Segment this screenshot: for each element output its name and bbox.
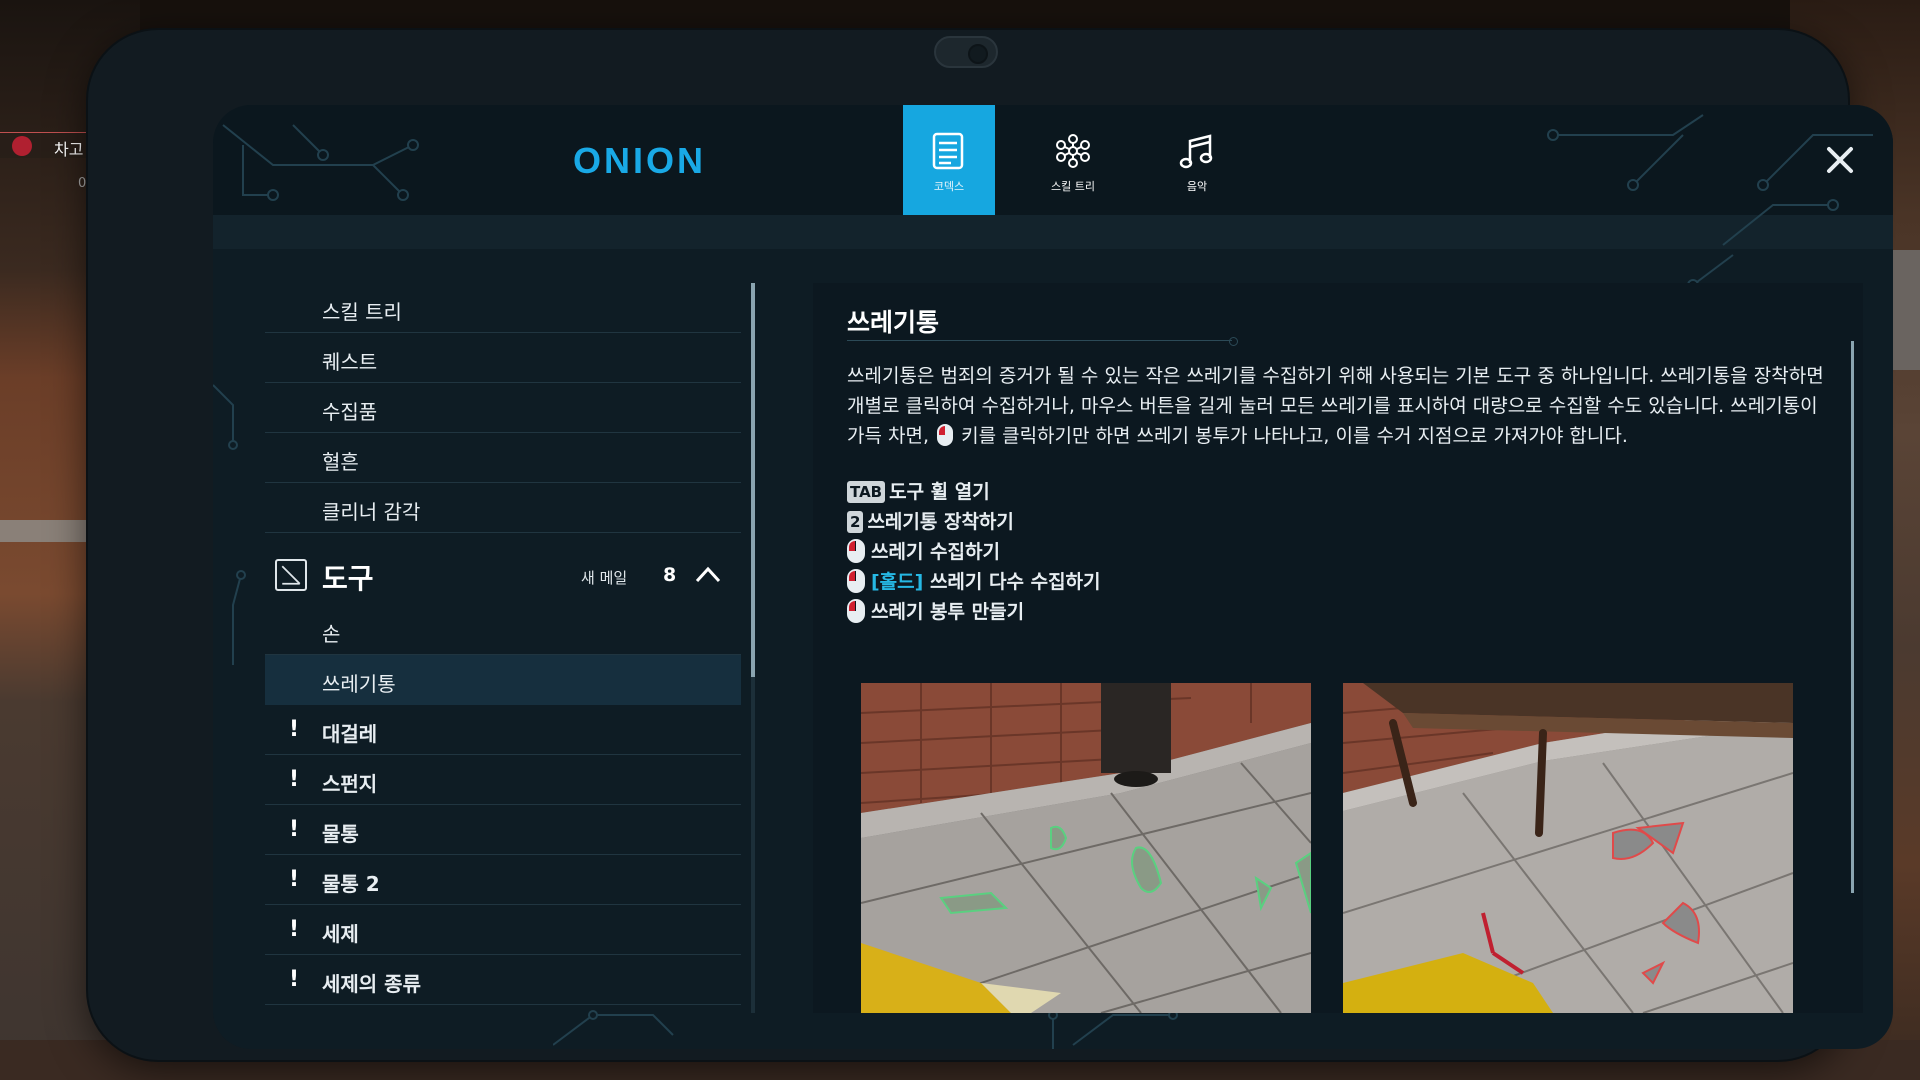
number-key-icon: 2 <box>847 511 864 533</box>
sidebar-item-label: 스펀지 <box>322 772 378 796</box>
sidebar-scrollbar-thumb[interactable] <box>751 283 755 677</box>
sidebar-item-trash-bin[interactable]: 쓰레기통 <box>265 655 741 705</box>
circuit-decoration-side <box>213 384 246 665</box>
codex-icon <box>932 132 964 170</box>
sidebar-item-label: 물통 2 <box>322 872 380 896</box>
tab-music-label: 음악 <box>1186 180 1208 193</box>
mouse-left-icon <box>847 599 865 623</box>
tools-section-title: 도구 <box>322 562 374 595</box>
control-row: 쓰레기 수집하기 <box>847 537 1101 567</box>
sidebar-item-label: 세제의 종류 <box>322 972 421 996</box>
hold-tag: [홀드] <box>871 571 924 593</box>
close-icon[interactable] <box>1823 143 1857 177</box>
entry-title: 쓰레기통 <box>847 308 940 337</box>
skill-tree-icon <box>1056 134 1090 168</box>
sidebar-item-label: 퀘스트 <box>322 350 378 374</box>
sidebar-item-label: 쓰레기통 <box>322 672 396 696</box>
unread-marker: ! <box>289 917 300 942</box>
codex-entry-panel: 쓰레기통 쓰레기통은 범죄의 증거가 될 수 있는 작은 쓰레기를 수집하기 위… <box>813 283 1863 1013</box>
tutorial-image-bag <box>1343 683 1793 1013</box>
tablet-device: ONION 코덱스 스킬 트리 음악 스킬 트리 퀘스트 수집품 혈흔 클리너 … <box>88 30 1893 1060</box>
tab-skill-tree[interactable]: 스킬 트리 <box>1027 105 1119 215</box>
control-text: 쓰레기 수집하기 <box>871 541 1000 563</box>
header-divider-strip <box>213 215 1893 249</box>
tools-icon <box>275 559 307 591</box>
content-scrollbar[interactable] <box>1851 341 1854 893</box>
control-row: TAB 도구 휠 열기 <box>847 477 1101 507</box>
sidebar-item-sponge[interactable]: ! 스펀지 <box>265 755 741 805</box>
sidebar-item-label: 수집품 <box>322 400 378 424</box>
sidebar-item-quest[interactable]: 퀘스트 <box>265 333 741 383</box>
tutorial-image-collect <box>861 683 1311 1013</box>
hud-marker-icon <box>12 136 32 156</box>
control-text: 쓰레기통 장착하기 <box>867 511 1014 533</box>
hud-objective-label: 차고 <box>54 140 84 159</box>
sidebar-item-label: 혈흔 <box>322 450 359 474</box>
unread-marker: ! <box>289 767 300 792</box>
onion-logo: ONION <box>573 140 707 181</box>
sidebar-item-hand[interactable]: 손 <box>265 605 741 655</box>
sidebar-item-detergent[interactable]: ! 세제 <box>265 905 741 955</box>
control-row: 2 쓰레기통 장착하기 <box>847 507 1101 537</box>
tab-codex-label: 코덱스 <box>933 180 965 193</box>
unread-marker: ! <box>289 867 300 892</box>
control-row: [홀드] 쓰레기 다수 수집하기 <box>847 567 1101 597</box>
hud-objective-sub: 0 <box>78 176 87 191</box>
sidebar-item-cleaner-sense[interactable]: 클리너 감각 <box>265 483 741 533</box>
sidebar-item-bucket-2[interactable]: ! 물통 2 <box>265 855 741 905</box>
mouse-right-icon <box>937 424 954 446</box>
sidebar-item-mop[interactable]: ! 대걸레 <box>265 705 741 755</box>
title-underline <box>847 337 1238 346</box>
tab-codex[interactable]: 코덱스 <box>903 105 995 215</box>
sidebar-item-label: 대걸레 <box>322 722 378 746</box>
sidebar-item-collectibles[interactable]: 수집품 <box>265 383 741 433</box>
entry-description-part2: 키를 클릭하기만 하면 쓰레기 봉투가 나타나고, 이를 수거 지점으로 가져가… <box>961 425 1628 447</box>
sidebar-item-bucket[interactable]: ! 물통 <box>265 805 741 855</box>
sidebar-item-bloodstains[interactable]: 혈흔 <box>265 433 741 483</box>
tools-section-header[interactable]: 도구 새 메일 8 <box>265 547 741 603</box>
codex-sidebar: 스킬 트리 퀘스트 수집품 혈흔 클리너 감각 도구 새 메일 8 손 쓰레기통… <box>265 283 741 1013</box>
tab-key-icon: TAB <box>847 481 886 503</box>
controls-list: TAB 도구 휠 열기 2 쓰레기통 장착하기 쓰레기 수집하기 [홀드] 쓰레기 … <box>847 477 1101 627</box>
control-text: 쓰레기 다수 수집하기 <box>929 571 1101 593</box>
sidebar-item-label: 물통 <box>322 822 359 846</box>
new-mail-label: 새 메일 <box>581 569 628 587</box>
sidebar-item-detergent-types[interactable]: ! 세제의 종류 <box>265 955 741 1005</box>
entry-description: 쓰레기통은 범죄의 증거가 될 수 있는 작은 쓰레기를 수집하기 위해 사용되… <box>847 361 1829 451</box>
sidebar-item-label: 세제 <box>322 922 359 946</box>
unread-marker: ! <box>289 967 300 992</box>
control-text: 도구 휠 열기 <box>889 481 990 503</box>
tab-music[interactable]: 음악 <box>1151 105 1243 215</box>
control-row: 쓰레기 봉투 만들기 <box>847 597 1101 627</box>
tablet-camera <box>934 36 998 68</box>
sidebar-item-label: 스킬 트리 <box>322 300 402 324</box>
sidebar-item-skill-tree[interactable]: 스킬 트리 <box>265 283 741 333</box>
tab-skill-tree-label: 스킬 트리 <box>1051 180 1095 193</box>
mouse-left-icon <box>847 539 865 563</box>
unread-marker: ! <box>289 717 300 742</box>
mouse-left-icon <box>847 569 865 593</box>
sidebar-item-label: 클리너 감각 <box>322 500 421 524</box>
new-mail-count: 8 <box>663 564 677 586</box>
sidebar-item-label: 손 <box>322 622 341 646</box>
tablet-screen: ONION 코덱스 스킬 트리 음악 스킬 트리 퀘스트 수집품 혈흔 클리너 … <box>213 105 1893 1049</box>
unread-marker: ! <box>289 817 300 842</box>
control-text: 쓰레기 봉투 만들기 <box>871 601 1025 623</box>
music-icon <box>1179 134 1213 169</box>
chevron-up-icon[interactable] <box>693 561 723 587</box>
